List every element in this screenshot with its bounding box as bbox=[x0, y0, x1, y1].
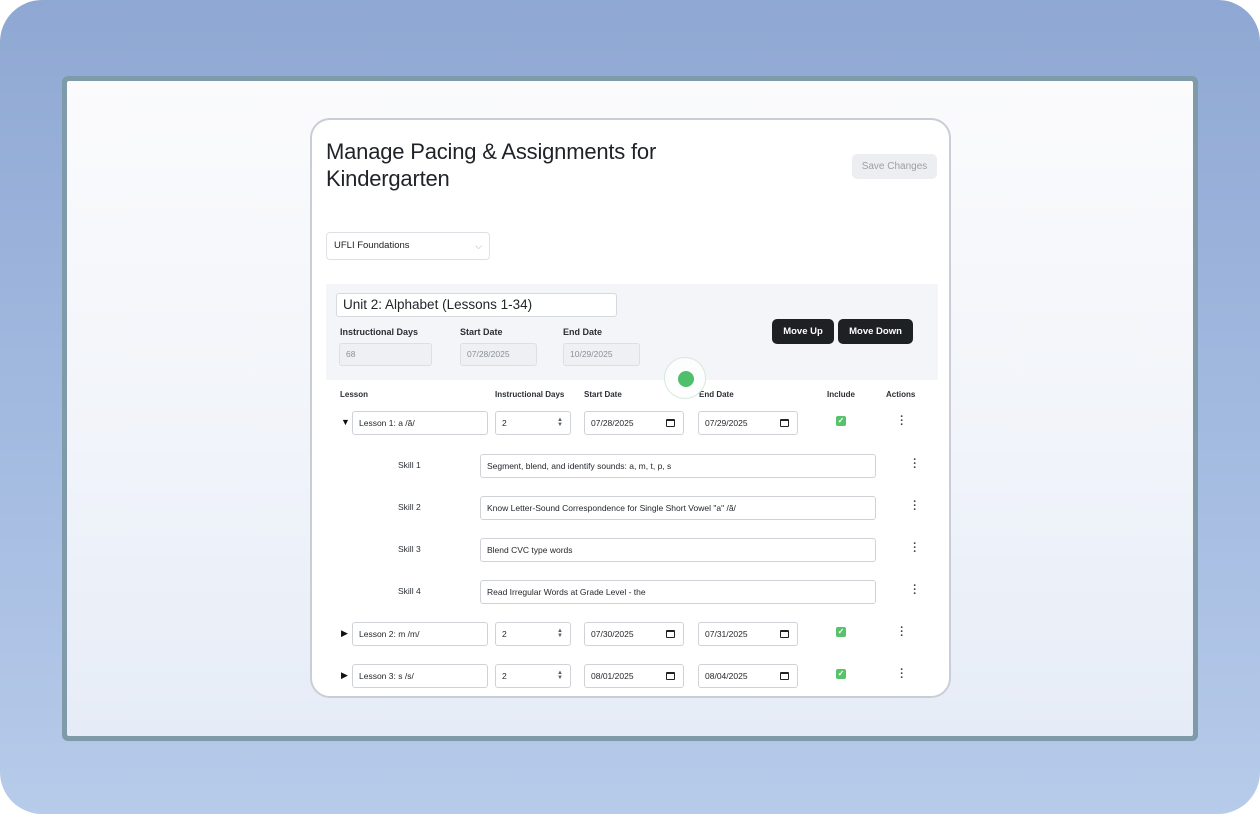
include-checkbox[interactable]: ✓ bbox=[836, 669, 846, 679]
col-header-lesson: Lesson bbox=[340, 390, 369, 399]
end-date-label: End Date bbox=[563, 327, 603, 337]
skill-row: Skill 3 Blend CVC type words · · · bbox=[312, 538, 949, 564]
skill-label: Skill 3 bbox=[398, 544, 421, 554]
col-header-days: Instructional Days bbox=[495, 390, 565, 399]
calendar-icon[interactable] bbox=[666, 672, 675, 680]
more-actions-icon[interactable]: · · · bbox=[911, 497, 919, 516]
lesson-end-value: 07/29/2025 bbox=[705, 418, 748, 428]
lesson-row: ▶ Lesson 3: s /s/ 2 ▲ ▼ 08/01/2025 08/04/… bbox=[312, 664, 949, 690]
more-actions-icon[interactable]: · · · bbox=[898, 623, 906, 642]
col-header-start: Start Date bbox=[584, 390, 622, 399]
lesson-name-input[interactable]: Lesson 3: s /s/ bbox=[352, 664, 488, 688]
lesson-days-value: 2 bbox=[502, 671, 507, 681]
expand-toggle-icon[interactable]: ▶ bbox=[341, 670, 348, 681]
unit-start-date: 07/28/2025 bbox=[460, 343, 537, 366]
lesson-start-value: 07/28/2025 bbox=[591, 418, 634, 428]
skill-text-input[interactable]: Segment, blend, and identify sounds: a, … bbox=[480, 454, 876, 478]
skill-label: Skill 1 bbox=[398, 460, 421, 470]
start-date-label: Start Date bbox=[460, 327, 503, 337]
chevron-down-icon: ⌵ bbox=[475, 241, 482, 251]
screen: Manage Pacing & Assignments for Kinderga… bbox=[67, 81, 1193, 736]
cursor-indicator bbox=[664, 357, 706, 399]
unit-instructional-days: 68 bbox=[339, 343, 432, 366]
screen-bezel: Manage Pacing & Assignments for Kinderga… bbox=[62, 76, 1198, 741]
more-actions-icon[interactable]: · · · bbox=[911, 539, 919, 558]
lesson-start-date-input[interactable]: 07/28/2025 bbox=[584, 411, 684, 435]
lesson-end-date-input[interactable]: 08/04/2025 bbox=[698, 664, 798, 688]
skill-row: Skill 1 Segment, blend, and identify sou… bbox=[312, 454, 949, 480]
lesson-name-input[interactable]: Lesson 2: m /m/ bbox=[352, 622, 488, 646]
page-title: Manage Pacing & Assignments for Kinderga… bbox=[326, 139, 657, 191]
skill-label: Skill 4 bbox=[398, 586, 421, 596]
skill-text-input[interactable]: Read Irregular Words at Grade Level - th… bbox=[480, 580, 876, 604]
lesson-start-value: 07/30/2025 bbox=[591, 629, 634, 639]
lesson-end-date-input[interactable]: 07/29/2025 bbox=[698, 411, 798, 435]
unit-end-date: 10/29/2025 bbox=[563, 343, 640, 366]
col-header-include: Include bbox=[827, 390, 856, 399]
lesson-end-value: 08/04/2025 bbox=[705, 671, 748, 681]
lesson-end-date-input[interactable]: 07/31/2025 bbox=[698, 622, 798, 646]
skill-label: Skill 2 bbox=[398, 502, 421, 512]
program-select[interactable]: UFLI Foundations ⌵ bbox=[326, 232, 490, 260]
pacing-card: Manage Pacing & Assignments for Kinderga… bbox=[310, 118, 951, 698]
instructional-days-label: Instructional Days bbox=[340, 327, 419, 337]
lesson-row: ▶ Lesson 2: m /m/ 2 ▲ ▼ 07/30/2025 07/31/… bbox=[312, 622, 949, 648]
more-actions-icon[interactable]: · · · bbox=[898, 665, 906, 684]
program-select-value: UFLI Foundations bbox=[334, 240, 410, 251]
lesson-days-value: 2 bbox=[502, 418, 507, 428]
move-down-button[interactable]: Move Down bbox=[838, 319, 913, 344]
save-changes-button[interactable]: Save Changes bbox=[852, 154, 937, 179]
background-frame: Manage Pacing & Assignments for Kinderga… bbox=[0, 0, 1260, 814]
spinner-icon[interactable]: ▲ ▼ bbox=[557, 670, 563, 681]
col-header-actions: Actions bbox=[886, 390, 916, 399]
skill-text-input[interactable]: Know Letter-Sound Correspondence for Sin… bbox=[480, 496, 876, 520]
lesson-start-value: 08/01/2025 bbox=[591, 671, 634, 681]
calendar-icon[interactable] bbox=[666, 419, 675, 427]
lesson-days-input[interactable]: 2 ▲ ▼ bbox=[495, 664, 571, 688]
move-up-button[interactable]: Move Up bbox=[772, 319, 834, 344]
calendar-icon[interactable] bbox=[666, 630, 675, 638]
lesson-row: ▼ Lesson 1: a /ă/ 2 ▲ ▼ 07/28/2025 07/29/… bbox=[312, 411, 949, 437]
lesson-name-input[interactable]: Lesson 1: a /ă/ bbox=[352, 411, 488, 435]
cursor-dot bbox=[678, 371, 694, 387]
expand-toggle-icon[interactable]: ▼ bbox=[341, 417, 350, 427]
lesson-days-input[interactable]: 2 ▲ ▼ bbox=[495, 622, 571, 646]
lesson-days-value: 2 bbox=[502, 629, 507, 639]
skill-row: Skill 2 Know Letter-Sound Correspondence… bbox=[312, 496, 949, 522]
lesson-start-date-input[interactable]: 07/30/2025 bbox=[584, 622, 684, 646]
include-checkbox[interactable]: ✓ bbox=[836, 627, 846, 637]
skill-text-input[interactable]: Blend CVC type words bbox=[480, 538, 876, 562]
calendar-icon[interactable] bbox=[780, 419, 789, 427]
col-header-end: End Date bbox=[699, 390, 734, 399]
more-actions-icon[interactable]: · · · bbox=[911, 455, 919, 474]
unit-panel: Unit 2: Alphabet (Lessons 1-34) Instruct… bbox=[326, 284, 938, 380]
lesson-end-value: 07/31/2025 bbox=[705, 629, 748, 639]
calendar-icon[interactable] bbox=[780, 672, 789, 680]
include-checkbox[interactable]: ✓ bbox=[836, 416, 846, 426]
unit-title-input[interactable]: Unit 2: Alphabet (Lessons 1-34) bbox=[336, 293, 617, 317]
spinner-icon[interactable]: ▲ ▼ bbox=[557, 417, 563, 428]
more-actions-icon[interactable]: · · · bbox=[911, 581, 919, 600]
expand-toggle-icon[interactable]: ▶ bbox=[341, 628, 348, 639]
spinner-icon[interactable]: ▲ ▼ bbox=[557, 628, 563, 639]
calendar-icon[interactable] bbox=[780, 630, 789, 638]
lesson-days-input[interactable]: 2 ▲ ▼ bbox=[495, 411, 571, 435]
lesson-start-date-input[interactable]: 08/01/2025 bbox=[584, 664, 684, 688]
more-actions-icon[interactable]: · · · bbox=[898, 412, 906, 431]
skill-row: Skill 4 Read Irregular Words at Grade Le… bbox=[312, 580, 949, 606]
